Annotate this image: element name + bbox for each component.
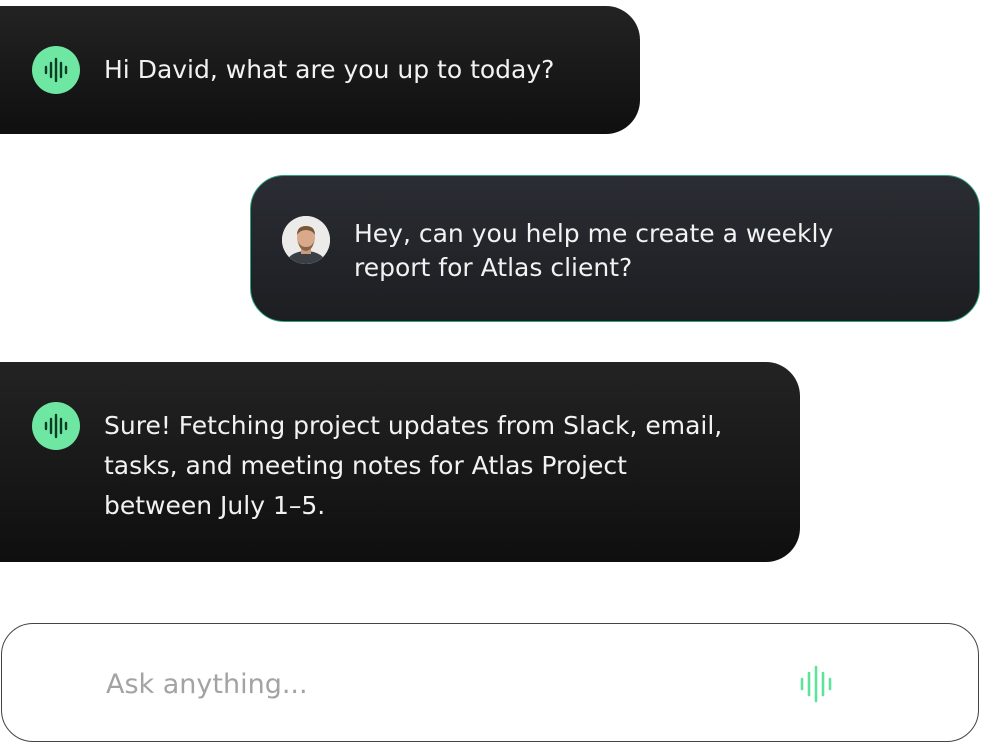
voice-input-button[interactable]	[794, 662, 842, 706]
soundwave-icon	[32, 46, 80, 94]
message-text: Sure! Fetching project updates from Slac…	[104, 411, 723, 520]
assistant-message: Hi David, what are you up to today?	[0, 6, 640, 134]
chat-window: Hi David, what are you up to today? Hey,…	[0, 0, 1000, 745]
assistant-message: Sure! Fetching project updates from Slac…	[0, 362, 800, 562]
chat-composer	[1, 623, 979, 742]
message-text: Hey, can you help me create a weekly rep…	[354, 219, 834, 282]
soundwave-icon	[800, 665, 832, 703]
user-message: Hey, can you help me create a weekly rep…	[250, 175, 980, 322]
user-avatar	[282, 216, 330, 264]
soundwave-icon	[32, 402, 80, 450]
ask-input[interactable]	[106, 662, 706, 706]
message-text: Hi David, what are you up to today?	[104, 55, 555, 84]
